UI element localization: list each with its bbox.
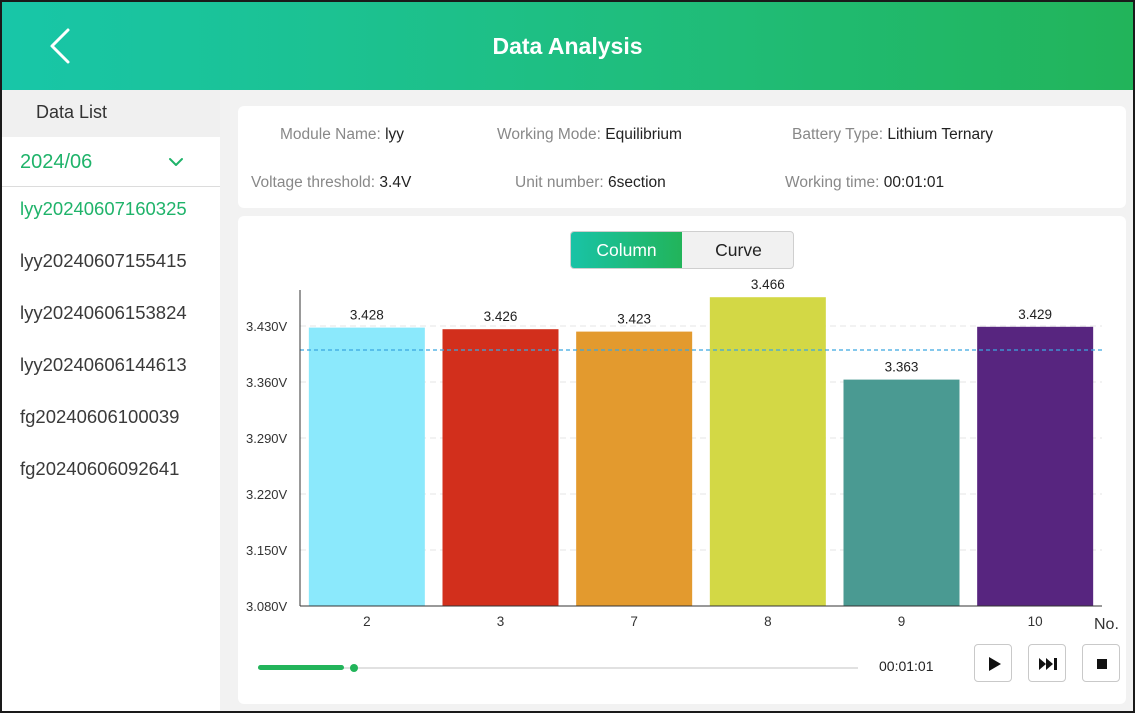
bar [308, 327, 425, 606]
stop-button[interactable] [1082, 644, 1120, 682]
x-axis-label: No. [1094, 616, 1119, 633]
slider-thumb[interactable] [350, 664, 358, 672]
y-tick-label: 3.430V [246, 319, 288, 334]
bar-value-label: 3.428 [350, 308, 384, 323]
x-tick-label: 7 [630, 614, 638, 629]
month-value: 2024/06 [20, 151, 93, 173]
skip-forward-button[interactable] [1028, 644, 1066, 682]
voltage-bar-chart: 3.080V 3.150V 3.220V 3.290V 3.360V 3.430V 3.42… [246, 277, 1119, 633]
working-mode-value: Equilibrium [605, 126, 682, 143]
slider-progress [258, 665, 344, 670]
unit-number-value: 6section [608, 174, 666, 191]
chart-type-toggle: Column Curve [570, 231, 794, 269]
battery-type-value: Lithium Ternary [887, 126, 994, 143]
x-tick-label: 2 [363, 614, 371, 629]
module-info-card: Module Name: lyy Working Mode: Equilibri… [238, 106, 1126, 208]
page-title: Data Analysis [492, 33, 643, 59]
module-name-field: Module Name: lyy [280, 126, 404, 144]
bar [442, 329, 559, 606]
file-item[interactable]: lyy20240606144613 [2, 339, 220, 391]
header-bar: Data Analysis [2, 2, 1133, 90]
month-dropdown[interactable]: 2024/06 [2, 137, 220, 187]
x-tick-label: 10 [1028, 614, 1043, 629]
playback-slider[interactable] [258, 662, 858, 674]
app-window: Data Analysis Data List 2024/06 lyy20240… [0, 0, 1135, 713]
sidebar: Data List 2024/06 lyy20240607160325 lyy20… [2, 90, 220, 711]
bar-value-label: 3.466 [751, 277, 785, 292]
unit-number-field: Unit number: 6section [515, 174, 666, 192]
bar [977, 326, 1094, 606]
y-tick-label: 3.290V [246, 431, 288, 446]
play-button[interactable] [974, 644, 1012, 682]
working-mode-field: Working Mode: Equilibrium [497, 126, 682, 144]
file-item[interactable]: fg20240606100039 [2, 391, 220, 443]
bar-value-label: 3.426 [484, 309, 518, 324]
y-tick-label: 3.220V [246, 487, 288, 502]
bar [709, 297, 826, 606]
sidebar-title: Data List [2, 90, 220, 137]
x-tick-label: 8 [764, 614, 772, 629]
module-name-label: Module Name: [280, 126, 386, 143]
curve-toggle-button[interactable]: Curve [682, 232, 793, 268]
working-mode-label: Working Mode: [497, 126, 606, 143]
voltage-threshold-label: Voltage threshold: [251, 174, 380, 191]
slider-track [258, 667, 858, 669]
file-item[interactable]: lyy20240606153824 [2, 287, 220, 339]
chart-card: 3.080V 3.150V 3.220V 3.290V 3.360V 3.430V 3.42… [238, 216, 1126, 704]
x-tick-label: 3 [497, 614, 505, 629]
battery-type-field: Battery Type: Lithium Ternary [792, 126, 993, 144]
y-tick-label: 3.080V [246, 599, 288, 614]
chevron-down-icon [169, 158, 183, 166]
play-icon [989, 657, 1001, 671]
battery-type-label: Battery Type: [792, 126, 888, 143]
unit-number-label: Unit number: [515, 174, 609, 191]
file-list: lyy20240607160325 lyy20240607155415 lyy202… [2, 183, 220, 495]
file-item[interactable]: fg20240606092641 [2, 443, 220, 495]
working-time-label: Working time: [785, 174, 884, 191]
working-time-field: Working time: 00:01:01 [785, 174, 944, 192]
bar [576, 331, 693, 606]
bar-value-label: 3.423 [617, 312, 651, 327]
column-toggle-button[interactable]: Column [571, 232, 682, 268]
stop-icon [1097, 659, 1107, 669]
module-name-value: lyy [385, 126, 405, 143]
file-item[interactable]: lyy20240607160325 [2, 183, 220, 235]
working-time-value: 00:01:01 [883, 174, 945, 191]
file-item[interactable]: lyy20240607155415 [2, 235, 220, 287]
y-tick-label: 3.150V [246, 543, 288, 558]
x-tick-label: 9 [898, 614, 906, 629]
skip-forward-icon [1039, 658, 1057, 670]
y-tick-label: 3.360V [246, 375, 288, 390]
voltage-threshold-field: Voltage threshold: 3.4V [251, 174, 411, 192]
voltage-threshold-value: 3.4V [379, 174, 412, 191]
bar-value-label: 3.429 [1018, 307, 1052, 322]
playback-time: 00:01:01 [879, 658, 934, 674]
bar-value-label: 3.363 [885, 360, 919, 375]
bar [843, 379, 960, 606]
